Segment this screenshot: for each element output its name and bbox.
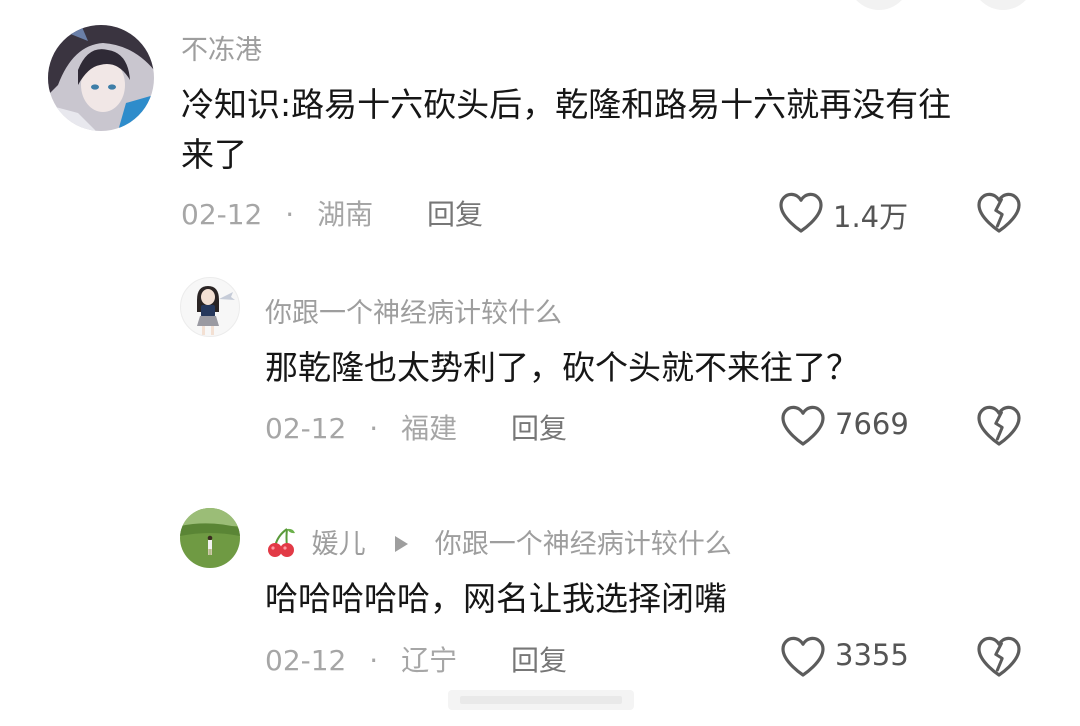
separator-dot: · — [285, 198, 295, 231]
comment-location: 湖南 — [317, 198, 374, 231]
avatar[interactable] — [48, 25, 154, 131]
top-action-button-right[interactable] — [972, 0, 1034, 10]
comment-date: 02-12 — [265, 644, 347, 677]
reply-button[interactable]: 回复 — [511, 639, 567, 679]
username[interactable]: 媛儿 — [312, 529, 366, 560]
like-count: 1.4万 — [833, 200, 909, 234]
comment-text: 哈哈哈哈哈，网名让我选择闭嘴 — [265, 579, 727, 618]
reply-arrow-icon — [395, 536, 409, 552]
watermark — [448, 690, 634, 710]
comment-text-line: 来了 — [181, 135, 247, 174]
dislike-icon[interactable] — [975, 634, 1023, 678]
comment-meta: 02-12 · 湖南 — [181, 193, 373, 233]
comment-date: 02-12 — [265, 412, 347, 445]
top-action-button-left[interactable] — [848, 0, 910, 10]
heart-icon[interactable] — [779, 634, 827, 678]
comment-location: 辽宁 — [401, 644, 458, 677]
comment-date: 02-12 — [181, 198, 263, 231]
dislike-icon[interactable] — [975, 403, 1023, 447]
reply-target-username[interactable]: 你跟一个神经病计较什么 — [435, 529, 732, 560]
avatar[interactable] — [180, 508, 240, 568]
username[interactable]: 你跟一个神经病计较什么 — [265, 291, 562, 330]
username[interactable]: 不冻港 — [181, 28, 262, 67]
comment-text: 那乾隆也太势利了，砍个头就不来往了？ — [265, 348, 859, 387]
comment-text-line: 冷知识:路易十六砍头后，乾隆和路易十六就再没有往 — [181, 85, 952, 124]
like-count: 3355 — [835, 638, 909, 672]
comment-text: 冷知识:路易十六砍头后，乾隆和路易十六就再没有往 来了 — [181, 80, 951, 180]
like-count: 7669 — [835, 407, 909, 441]
reply-button[interactable]: 回复 — [511, 407, 567, 447]
reply-button[interactable]: 回复 — [427, 193, 483, 233]
separator-dot: · — [369, 412, 379, 445]
heart-icon[interactable] — [777, 190, 825, 234]
comment-meta: 02-12 · 福建 — [265, 407, 457, 447]
comment-meta: 02-12 · 辽宁 — [265, 639, 457, 679]
heart-icon[interactable] — [779, 403, 827, 447]
separator-dot: · — [369, 644, 379, 677]
comment-location: 福建 — [401, 412, 458, 445]
avatar[interactable] — [180, 277, 240, 337]
cherry-icon — [268, 528, 295, 557]
dislike-icon[interactable] — [975, 190, 1023, 234]
reply-header: 媛儿 你跟一个神经病计较什么 — [265, 522, 732, 561]
